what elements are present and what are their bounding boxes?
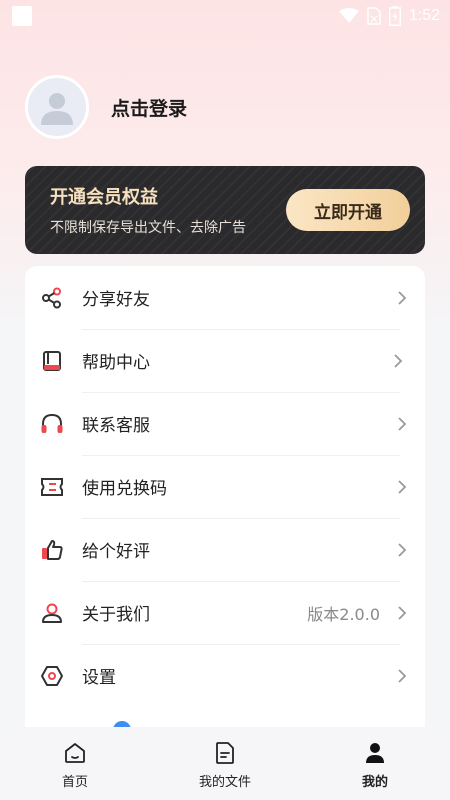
profile-header[interactable]: 点击登录 — [25, 75, 187, 139]
status-icons: 1:52 — [338, 6, 440, 26]
menu-item-settings[interactable]: 设置 — [25, 644, 425, 707]
bottom-nav: 首页 我的文件 我的 — [0, 727, 450, 800]
document-icon — [216, 742, 234, 764]
ticket-icon — [40, 475, 64, 499]
vip-text: 开通会员权益 不限制保存导出文件、去除广告 — [50, 183, 246, 237]
nav-label: 首页 — [61, 775, 88, 790]
thumbs-up-icon — [40, 538, 64, 562]
nav-mine[interactable]: 我的 — [300, 727, 450, 800]
menu-item-label: 设置 — [82, 668, 116, 688]
chevron-right-icon — [398, 542, 407, 557]
chevron-right-icon — [398, 416, 407, 431]
menu-item-label: 分享好友 — [82, 290, 150, 310]
menu-item-label: 使用兑换码 — [82, 479, 167, 499]
person-icon — [366, 743, 384, 763]
menu-item-share[interactable]: 分享好友 — [25, 266, 425, 329]
battery-icon — [388, 6, 401, 26]
login-link[interactable]: 点击登录 — [111, 94, 187, 121]
status-bar: 1:52 — [0, 0, 450, 32]
share-icon — [40, 286, 64, 310]
chevron-right-icon — [398, 668, 407, 683]
menu-item-rate-us[interactable]: 给个好评 — [25, 518, 425, 581]
menu-item-label: 联系客服 — [82, 416, 150, 436]
open-vip-button[interactable]: 立即开通 — [286, 189, 410, 231]
version-text: 版本2.0.0 — [307, 604, 380, 624]
menu-item-help[interactable]: 帮助中心 — [25, 329, 425, 392]
chevron-right-icon — [398, 605, 407, 620]
wifi-icon — [338, 8, 359, 23]
user-icon — [40, 601, 64, 625]
default-avatar-icon — [41, 93, 73, 125]
home-icon — [65, 743, 85, 763]
headset-icon — [40, 412, 64, 436]
chevron-right-icon — [398, 479, 407, 494]
chevron-right-icon — [398, 290, 407, 305]
notification-icon — [12, 6, 32, 26]
nav-my-files[interactable]: 我的文件 — [150, 727, 300, 800]
avatar[interactable] — [25, 75, 89, 139]
book-icon — [40, 349, 64, 373]
sim-icon — [367, 7, 381, 25]
vip-card[interactable]: 开通会员权益 不限制保存导出文件、去除广告 立即开通 — [25, 166, 425, 254]
chevron-right-icon — [394, 353, 403, 368]
vip-title: 开通会员权益 — [50, 187, 158, 208]
menu-item-label: 给个好评 — [82, 542, 150, 562]
nav-home[interactable]: 首页 — [0, 727, 150, 800]
menu-item-redeem-code[interactable]: 使用兑换码 — [25, 455, 425, 518]
settings-icon — [40, 664, 64, 688]
menu-item-label: 关于我们 — [82, 605, 150, 625]
menu-item-label: 帮助中心 — [82, 353, 150, 373]
vip-subtitle: 不限制保存导出文件、去除广告 — [50, 220, 246, 236]
menu-item-customer-service[interactable]: 联系客服 — [25, 392, 425, 455]
nav-label: 我的文件 — [198, 775, 251, 790]
menu-card: 分享好友 帮助中心 联系客服 使用兑换码 给个好评 关于我们 版本2.0.0 设… — [25, 266, 425, 736]
menu-item-about-us[interactable]: 关于我们 版本2.0.0 — [25, 581, 425, 644]
status-time: 1:52 — [408, 7, 440, 24]
nav-label: 我的 — [361, 775, 388, 790]
